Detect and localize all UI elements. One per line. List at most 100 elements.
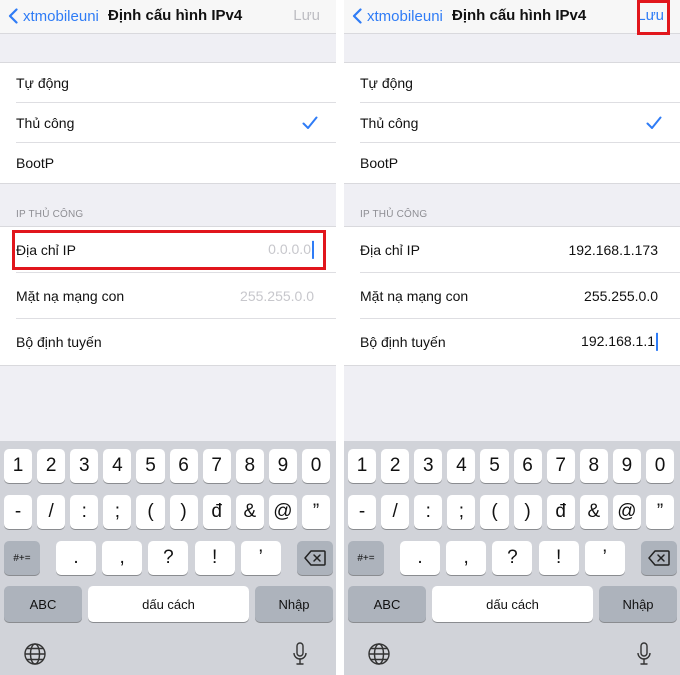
key-label: #+= <box>13 552 31 564</box>
subnet-mask-input[interactable]: 255.255.0.0 <box>584 288 658 304</box>
key-label: 8 <box>244 455 256 476</box>
key-5[interactable]: 5 <box>136 449 165 483</box>
key-symbol[interactable]: ( <box>480 495 509 529</box>
key-label: ” <box>312 501 320 522</box>
subnet-mask-field[interactable]: Mặt nạ mạng con 255.255.0.0 <box>0 273 336 319</box>
key-symbol[interactable]: - <box>348 495 377 529</box>
backspace-icon <box>304 550 326 566</box>
key-punctuation[interactable]: , <box>446 541 487 575</box>
key-punctuation[interactable]: ’ <box>240 541 281 575</box>
key-6[interactable]: 6 <box>513 449 542 483</box>
key-punctuation[interactable]: ’ <box>584 541 625 575</box>
space-key[interactable]: dấu cách <box>432 586 593 622</box>
backspace-key[interactable] <box>297 541 333 575</box>
key-label: 0 <box>310 455 322 476</box>
abc-key[interactable]: ABC <box>348 586 426 622</box>
more-symbols-key[interactable]: #+= <box>4 541 40 575</box>
key-symbol[interactable]: : <box>414 495 443 529</box>
key-label: : <box>425 501 431 522</box>
key-symbol[interactable]: & <box>579 495 608 529</box>
more-symbols-key[interactable]: #+= <box>348 541 384 575</box>
key-label: . <box>417 547 423 568</box>
key-symbol[interactable]: ( <box>136 495 165 529</box>
return-key[interactable]: Nhập <box>599 586 677 622</box>
router-field[interactable]: Bộ định tuyến <box>0 319 336 365</box>
key-punctuation[interactable]: ? <box>492 541 533 575</box>
subnet-mask-input[interactable]: 255.255.0.0 <box>240 288 314 304</box>
key-label: ! <box>555 547 562 568</box>
checkmark-icon <box>646 116 662 129</box>
key-symbol[interactable]: ) <box>513 495 542 529</box>
key-1[interactable]: 1 <box>348 449 377 483</box>
key-2[interactable]: 2 <box>381 449 410 483</box>
key-0[interactable]: 0 <box>301 449 331 483</box>
key-symbol[interactable]: ; <box>447 495 476 529</box>
globe-icon <box>23 642 47 666</box>
key-8[interactable]: 8 <box>235 449 264 483</box>
key-4[interactable]: 4 <box>103 449 132 483</box>
key-punctuation[interactable]: ! <box>538 541 579 575</box>
key-symbol[interactable]: @ <box>268 495 297 529</box>
key-punctuation[interactable]: ? <box>148 541 189 575</box>
ip-address-field[interactable]: Địa chỉ IP 192.168.1.173 <box>344 227 680 273</box>
key-label: @ <box>273 501 293 522</box>
key-symbol[interactable]: @ <box>612 495 641 529</box>
key-symbol[interactable]: & <box>235 495 264 529</box>
space-key[interactable]: dấu cách <box>88 586 249 622</box>
key-symbol[interactable]: ) <box>169 495 198 529</box>
key-7[interactable]: 7 <box>202 449 231 483</box>
key-3[interactable]: 3 <box>70 449 99 483</box>
key-label: ABC <box>29 596 57 612</box>
key-4[interactable]: 4 <box>447 449 476 483</box>
router-input[interactable]: 192.168.1.1 <box>581 333 658 352</box>
key-label: Nhập <box>622 596 654 612</box>
key-7[interactable]: 7 <box>546 449 575 483</box>
key-symbol[interactable]: / <box>37 495 66 529</box>
key-6[interactable]: 6 <box>169 449 198 483</box>
key-label: 4 <box>112 455 123 476</box>
abc-key[interactable]: ABC <box>4 586 82 622</box>
mode-bootp[interactable]: BootP <box>0 143 336 183</box>
back-button[interactable]: xtmobileuni <box>352 6 443 26</box>
key-symbol[interactable]: đ <box>546 495 575 529</box>
key-punctuation[interactable]: . <box>56 541 96 575</box>
microphone-key[interactable] <box>290 639 310 669</box>
save-button[interactable]: Lưu <box>293 7 320 24</box>
key-label: ! <box>211 547 218 568</box>
key-symbol[interactable]: ” <box>645 495 675 529</box>
mode-automatic[interactable]: Tự động <box>344 63 680 103</box>
key-2[interactable]: 2 <box>37 449 66 483</box>
globe-key[interactable] <box>364 639 394 669</box>
key-label: ’ <box>258 547 263 568</box>
key-3[interactable]: 3 <box>414 449 443 483</box>
key-symbol[interactable]: : <box>70 495 99 529</box>
router-field[interactable]: Bộ định tuyến 192.168.1.1 <box>344 319 680 365</box>
subnet-mask-field[interactable]: Mặt nạ mạng con 255.255.0.0 <box>344 273 680 319</box>
key-symbol[interactable]: ; <box>103 495 132 529</box>
key-symbol[interactable]: - <box>4 495 33 529</box>
back-button[interactable]: xtmobileuni <box>8 6 99 26</box>
microphone-key[interactable] <box>634 639 654 669</box>
key-label: 0 <box>654 455 666 476</box>
key-symbol[interactable]: / <box>381 495 410 529</box>
ip-address-input[interactable]: 192.168.1.173 <box>568 242 658 258</box>
key-label: 1 <box>356 455 368 476</box>
key-punctuation[interactable]: . <box>400 541 440 575</box>
mode-manual[interactable]: Thủ công <box>344 103 680 143</box>
key-5[interactable]: 5 <box>480 449 509 483</box>
backspace-key[interactable] <box>641 541 677 575</box>
return-key[interactable]: Nhập <box>255 586 333 622</box>
mode-bootp[interactable]: BootP <box>344 143 680 183</box>
key-9[interactable]: 9 <box>612 449 641 483</box>
key-symbol[interactable]: ” <box>301 495 331 529</box>
key-9[interactable]: 9 <box>268 449 297 483</box>
key-symbol[interactable]: đ <box>202 495 231 529</box>
key-punctuation[interactable]: , <box>102 541 143 575</box>
mode-automatic[interactable]: Tự động <box>0 63 336 103</box>
mode-manual[interactable]: Thủ công <box>0 103 336 143</box>
key-0[interactable]: 0 <box>645 449 675 483</box>
key-punctuation[interactable]: ! <box>194 541 235 575</box>
globe-key[interactable] <box>20 639 50 669</box>
key-8[interactable]: 8 <box>579 449 608 483</box>
key-1[interactable]: 1 <box>4 449 33 483</box>
